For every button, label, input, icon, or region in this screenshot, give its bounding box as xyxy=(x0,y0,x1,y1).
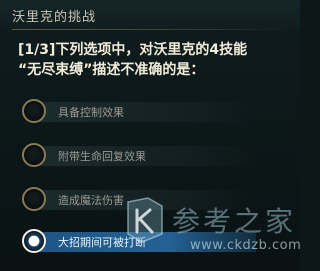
question-text: [1/3]下列选项中，对沃里克的4技能 “无尽束缚”描述不准确的是： xyxy=(18,40,288,80)
option-3[interactable]: 造成魔法伤害 xyxy=(16,184,272,216)
panel-header: 沃里克的挑战 xyxy=(0,0,300,30)
option-2[interactable]: 附带生命回复效果 xyxy=(16,140,272,172)
option-label: 附带生命回复效果 xyxy=(58,150,146,163)
panel-title: 沃里克的挑战 xyxy=(12,10,97,25)
radio-button-selected[interactable] xyxy=(22,229,46,253)
question-line-1: [1/3]下列选项中，对沃里克的4技能 xyxy=(18,42,248,58)
option-label: 具备控制效果 xyxy=(58,106,124,119)
challenge-panel: 沃里克的挑战 [1/3]下列选项中，对沃里克的4技能 “无尽束缚”描述不准确的是… xyxy=(0,0,300,271)
radio-button[interactable] xyxy=(22,187,46,211)
radio-button[interactable] xyxy=(22,143,46,167)
option-label: 大招期间可被打断 xyxy=(58,236,146,249)
radio-button[interactable] xyxy=(22,99,46,123)
option-1[interactable]: 具备控制效果 xyxy=(16,96,272,128)
question-line-2: “无尽束缚”描述不准确的是： xyxy=(18,62,205,78)
option-4[interactable]: 大招期间可被打断 xyxy=(16,226,272,258)
option-label: 造成魔法伤害 xyxy=(58,194,124,207)
header-divider xyxy=(12,29,288,30)
